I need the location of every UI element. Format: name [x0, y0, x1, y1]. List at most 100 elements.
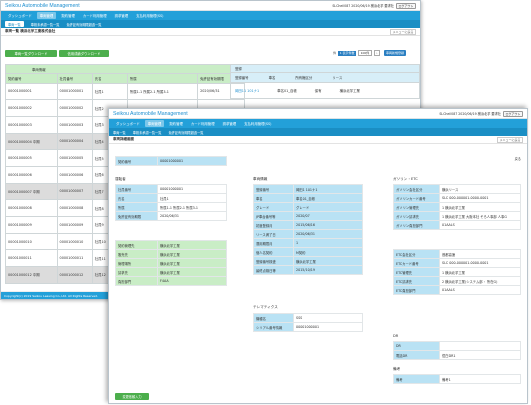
- vehicle-value: 1: [293, 238, 363, 248]
- vehicle-label: 最終点検日等: [253, 265, 294, 275]
- app-name: Seikou Automobile Management: [5, 2, 80, 9]
- vehicle-label: 登録番号: [253, 184, 294, 194]
- cell-emp: 00001000007: [56, 182, 93, 201]
- vehicle-label: 個人名契約: [253, 247, 294, 257]
- contract-number-table: 契約番号 00001000001: [115, 156, 227, 166]
- etc-label: ETC管理先: [393, 267, 440, 277]
- col-emp[interactable]: 社員番号: [56, 73, 93, 84]
- nav-payment[interactable]: 支払利用管理(SS): [133, 12, 166, 19]
- contact-value: F4AA: [157, 276, 227, 286]
- driver-value: 00001000001: [157, 184, 227, 194]
- dr-value: [439, 341, 521, 351]
- col-dept[interactable]: 所属: [126, 73, 199, 84]
- col-reg[interactable]: 登録番号: [235, 75, 249, 80]
- tab2-vehicle-list[interactable]: 車両一覧: [113, 130, 126, 135]
- nav2-vehicle[interactable]: 車両管理: [144, 120, 165, 127]
- dr-value: 億白DR1: [439, 350, 521, 360]
- contact-label: 負担部門: [115, 276, 158, 286]
- app-name-2: Seikou Automobile Management: [113, 110, 188, 117]
- detail-title-bar: 車両詳細画面 メニューに戻る: [109, 136, 527, 144]
- download-contract-button[interactable]: 信用成績ダウンロード: [59, 50, 109, 57]
- nav-dashboard[interactable]: ダッシュボード: [5, 12, 35, 19]
- etc-row: ETC請求先 2 横浜北芋工業(システム部・ 所在G): [393, 276, 521, 286]
- tab-inspection[interactable]: 車検未承認一覧一覧: [31, 22, 60, 27]
- cell-dept: 所属1-1 所属2-1 所属3-1: [126, 82, 199, 101]
- dr-section-title: DR: [393, 334, 399, 338]
- col-car[interactable]: 車名: [269, 75, 276, 80]
- nav2-card[interactable]: カード利用管理: [188, 120, 218, 127]
- nav2-payment[interactable]: 支払利用管理(SS): [241, 120, 274, 127]
- page-size-select[interactable]: 100件: [358, 50, 372, 56]
- driver-value: 所属1-1 所属2-1 所属3-1: [157, 202, 227, 212]
- etc-table: ETC会社区分 首都高速 ETCカード番号 SLC 000-000001-0000-0…: [393, 249, 521, 295]
- cell-emp: 00001000005: [56, 149, 93, 167]
- gas-section-title: ガソリン・ETC: [393, 177, 418, 181]
- driver-row: 氏名 社員1: [115, 193, 227, 203]
- driver-row: 社員番号 00001000001: [115, 184, 227, 194]
- nav2-dashboard[interactable]: ダッシュボード: [113, 120, 143, 127]
- user-info: SLCheil087 2020/06/19 横浜北芋 要求社 ログアウト: [332, 2, 416, 9]
- user-label-2: SLCheil087 2020/06/19 横浜北芋 要求社: [439, 112, 501, 116]
- list-toolbar: 車両一覧ダウンロード 信用成績ダウンロード 件 1 表示件数 100件 › 車両…: [5, 49, 416, 58]
- tab-license[interactable]: 免許証有効期限超過一覧: [66, 22, 101, 27]
- telematics-row: 機種名 SSS: [253, 313, 363, 323]
- nav-contract[interactable]: 契約管理: [58, 12, 78, 19]
- vehicle-detail-window: Seikou Automobile Management SLCheil087 …: [108, 108, 528, 404]
- table-row[interactable]: 00001000001 00001000001 社員1 所属1-1 所属2-1 所属3…: [5, 82, 245, 101]
- vehicle-value: M契約: [293, 247, 363, 257]
- cell-contract: 00001000007 中期: [5, 182, 58, 201]
- tab2-license[interactable]: 免許証有効期限超過一覧: [168, 130, 203, 135]
- col-contract[interactable]: 契約番号: [5, 73, 58, 84]
- download-list-button[interactable]: 車両一覧ダウンロード: [5, 50, 57, 57]
- nav2-billing[interactable]: 請求管理: [220, 120, 240, 127]
- remarks-value: 備考1: [439, 374, 521, 384]
- vehicle-row: 個人名契約 M契約: [253, 247, 363, 257]
- vehicle-label: 登録番号検査: [253, 256, 294, 266]
- contact-value: 横浜北芋工業: [157, 249, 227, 259]
- col-lease[interactable]: リース: [332, 75, 342, 80]
- vehicle-label: JP車台番号等: [253, 211, 294, 221]
- cell-contract: 00001000005: [5, 149, 58, 167]
- new-vehicle-button[interactable]: 車両新規登録: [383, 50, 406, 56]
- pager-prefix: 件: [333, 51, 337, 55]
- cell-emp: 00001000004: [56, 132, 93, 151]
- nav-vehicle[interactable]: 車両管理: [36, 12, 57, 19]
- user-label: SLCheil087 2020/06/19 横浜北芋 要求社: [332, 4, 394, 8]
- reg-link[interactable]: 岡田11 101ナ1: [235, 88, 259, 93]
- vehicle-row: 初度登録月 2015/06/16: [253, 220, 363, 230]
- back-to-menu-button-2[interactable]: メニューに戻る: [496, 136, 523, 143]
- logout-button[interactable]: ログアウト: [395, 2, 416, 9]
- nav2-contract[interactable]: 契約管理: [166, 120, 186, 127]
- right-header-row: 登録番号 車名 所有権区分 リース: [230, 73, 420, 83]
- col-own[interactable]: 所有権区分: [295, 75, 312, 80]
- nav-card[interactable]: カード利用管理: [80, 12, 110, 19]
- tab2-inspection[interactable]: 車検未承認一覧一覧: [133, 130, 162, 135]
- own-cell: 保有: [314, 88, 322, 93]
- driver-row: 免許証有効期限 2020/06/31: [115, 211, 227, 221]
- col-name[interactable]: 氏名: [91, 73, 128, 84]
- telematics-section-title: テレマティクス: [253, 305, 278, 309]
- back-to-menu-button[interactable]: メニューに戻る: [389, 28, 416, 35]
- back-button[interactable]: 戻る: [515, 156, 521, 161]
- etc-row: ETC負担部門 01AALS: [393, 285, 521, 295]
- gas-value: 01AALS: [439, 220, 521, 230]
- vehicle-label: 車名: [253, 193, 294, 203]
- sub-nav: 車両一覧 車検未承認一覧一覧 免許証有効期限超過一覧: [1, 20, 420, 28]
- vehicle-row: 登録番号 岡田1 101ナ1: [253, 184, 363, 194]
- tab-vehicle-list[interactable]: 車両一覧: [5, 21, 24, 27]
- cell-contract: 00001000008: [5, 199, 58, 217]
- next-page-button[interactable]: ›: [373, 50, 380, 56]
- driver-value: 2020/06/31: [157, 211, 227, 221]
- cell-emp: 00001000012: [56, 266, 93, 284]
- contact-label: 販売先: [115, 249, 158, 259]
- contact-value: 横浜北芋工業: [157, 240, 227, 250]
- etc-row: ETC管理先 1 横浜北芋工業: [393, 267, 521, 277]
- logout-button-2[interactable]: ログアウト: [502, 110, 523, 117]
- cell-emp: 00001000011: [56, 249, 93, 268]
- nav-billing[interactable]: 請求管理: [112, 12, 132, 19]
- telematics-value: SSS: [293, 313, 363, 323]
- right-table-row[interactable]: 岡田11 101ナ1 車名01_自帳 保有 横浜北芋工業: [230, 82, 420, 100]
- change-request-button[interactable]: 変更依頼入力: [115, 393, 149, 400]
- vehicle-label: 初度登録月: [253, 220, 294, 230]
- vehicle-label: リース満了日: [253, 229, 294, 239]
